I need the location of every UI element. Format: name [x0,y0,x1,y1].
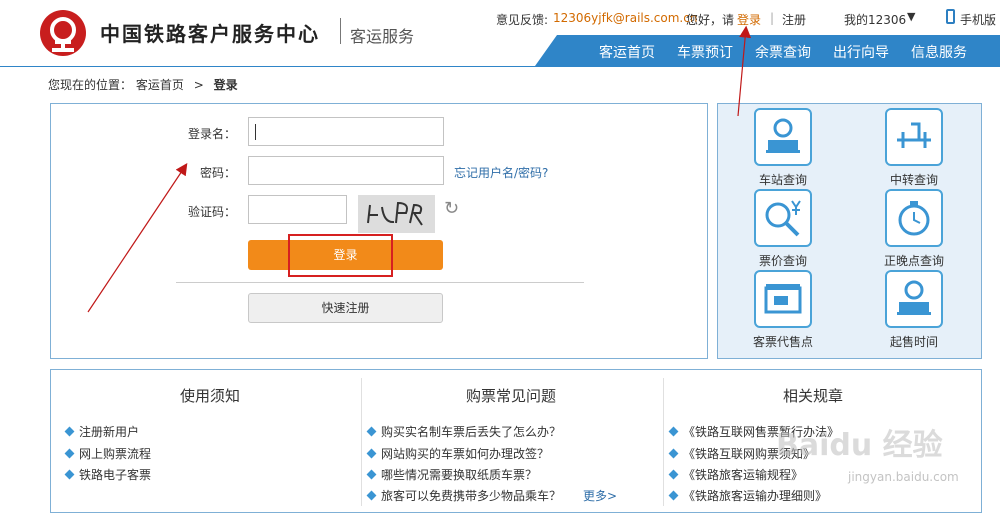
username-label: 登录名： [187,127,236,141]
list-item[interactable]: 铁路电子客票 [66,466,151,483]
quick-register-button[interactable]: 快速注册 [248,293,443,323]
nav-item-remaining[interactable]: 余票查询 [755,42,811,62]
list-item[interactable]: 哪些情况需要换取纸质车票？ [368,466,537,483]
quick-link-label[interactable]: 客票代售点 [743,333,823,350]
page: 中国铁路客户服务中心 客运服务 意见反馈: 12306yjfk@rails.co… [0,0,1000,518]
railway-logo-icon[interactable] [40,10,86,56]
breadcrumb-current: 登录 [213,78,238,92]
ticket-agency-icon[interactable] [754,270,812,328]
chevron-down-icon[interactable]: ▼ [907,10,915,26]
quick-link-label[interactable]: 中转查询 [874,171,954,188]
list-item[interactable]: 旅客可以免费携带多少物品乘车？ [368,487,561,504]
info-col3-title: 相关规章 [783,387,844,405]
list-item[interactable]: 购买实名制车票后丢失了怎么办？ [368,423,561,440]
info-col2-title: 购票常见问题 [466,387,557,405]
list-item[interactable]: 《铁路旅客运输规程》 [670,466,803,483]
transfer-icon[interactable] [885,108,943,166]
top-register-link[interactable]: 注册 [782,11,806,27]
mobile-phone-icon[interactable] [946,9,955,24]
nav-item-info[interactable]: 信息服务 [911,42,967,62]
brand-title: 中国铁路客户服务中心 [100,22,320,46]
password-label: 密码： [199,166,236,180]
clock-icon[interactable] [885,189,943,247]
breadcrumb-prefix: 您现在的位置： [48,78,133,92]
greeting-text: 您好，请 [686,13,735,27]
nav-item-home[interactable]: 客运首页 [599,42,655,62]
mobile-version-link[interactable]: 手机版 [960,11,996,27]
column-separator [663,378,664,506]
captcha-image[interactable] [358,195,435,233]
forgot-password-link[interactable]: 忘记用户名/密码? [454,164,548,181]
text-caret [255,124,256,140]
more-link[interactable]: 更多> [583,487,617,504]
brand-subtitle: 客运服务 [350,27,415,46]
feedback-label: 意见反馈: [496,13,549,27]
list-item[interactable]: 网站购买的车票如何办理改签？ [368,445,549,462]
top-separator: | [770,11,775,25]
list-item[interactable]: 《铁路旅客运输办理细则》 [670,487,827,504]
nav-item-guide[interactable]: 出行向导 [833,42,889,62]
breadcrumb: 您现在的位置： 客运首页 > 登录 [48,76,238,93]
annotation-highlight-box [288,234,393,277]
captcha-label: 验证码： [187,205,236,219]
my-account-link[interactable]: 我的12306 [844,11,906,27]
brand-separator [340,18,341,44]
breadcrumb-arrow: > [193,78,204,92]
list-item[interactable]: 网上购票流程 [66,445,151,462]
info-col1-title: 使用须知 [180,387,241,405]
nav-item-booking[interactable]: 车票预订 [677,42,733,62]
quick-link-label[interactable]: 票价查询 [743,252,823,269]
password-input[interactable] [248,156,444,185]
column-separator [361,378,362,506]
breadcrumb-home-link[interactable]: 客运首页 [136,78,184,92]
header-divider [0,66,1000,67]
station-icon[interactable] [754,108,812,166]
watermark-text: Baidu 经验 [776,428,943,463]
username-input[interactable] [248,117,444,146]
watermark-url: jingyan.baidu.com [848,470,959,484]
list-item[interactable]: 注册新用户 [66,423,139,440]
main-nav: 客运首页 车票预订 余票查询 出行向导 信息服务 [535,35,1000,66]
quick-link-label[interactable]: 车站查询 [743,171,823,188]
feedback-email-link[interactable]: 12306yjfk@rails.com.cn [553,11,697,27]
form-divider [176,282,584,283]
quick-link-label[interactable]: 正晚点查询 [874,252,954,269]
refresh-captcha-icon[interactable]: ↻ [444,198,459,219]
price-search-icon[interactable] [754,189,812,247]
top-login-link[interactable]: 登录 [737,11,761,27]
sale-time-icon[interactable] [885,270,943,328]
header: 中国铁路客户服务中心 客运服务 意见反馈: 12306yjfk@rails.co… [0,0,1000,66]
captcha-input[interactable] [248,195,347,224]
quick-link-label[interactable]: 起售时间 [874,333,954,350]
